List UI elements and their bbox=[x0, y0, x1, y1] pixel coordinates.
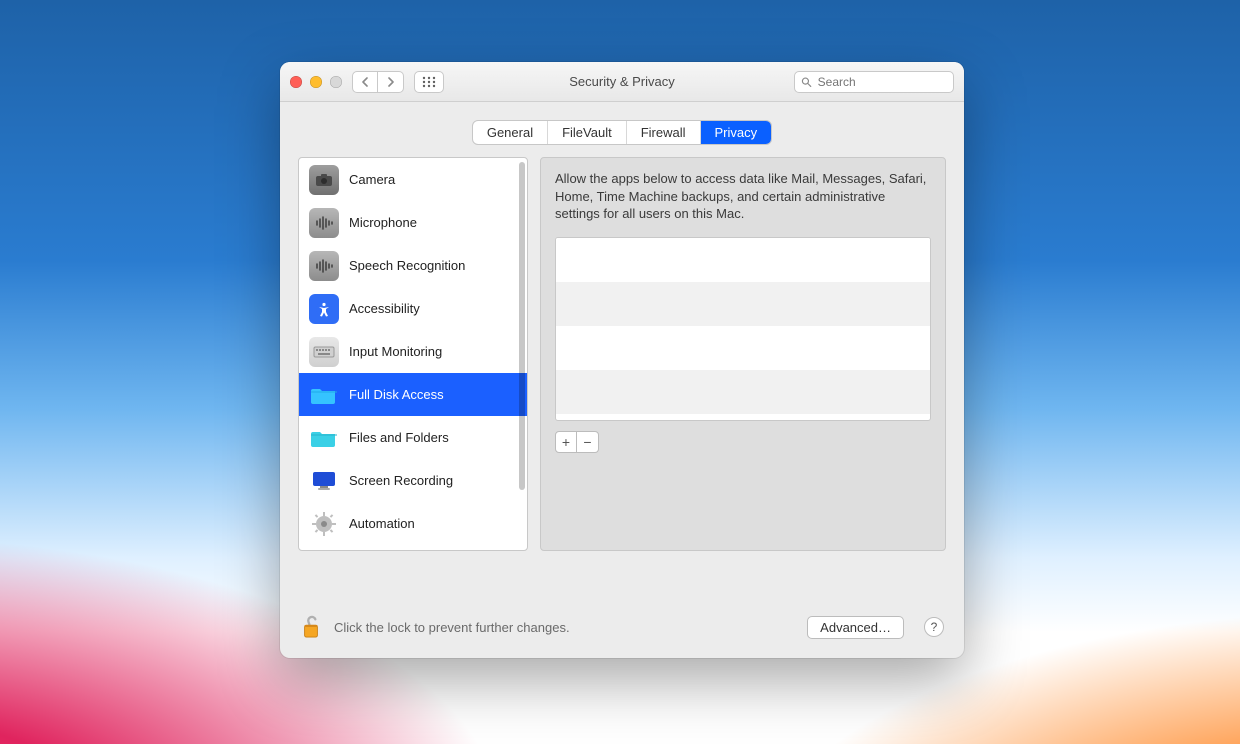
traffic-lights bbox=[290, 76, 342, 88]
sidebar-item-label: Accessibility bbox=[349, 301, 420, 316]
sidebar-item-label: Screen Recording bbox=[349, 473, 453, 488]
sidebar-item-label: Microphone bbox=[349, 215, 417, 230]
sidebar-item-label: Camera bbox=[349, 172, 395, 187]
folder-icon bbox=[309, 423, 339, 453]
content-area: Camera Microphone Speech Recognition Acc… bbox=[280, 145, 964, 551]
show-all-button[interactable] bbox=[414, 71, 444, 93]
desktop-wallpaper: Security & Privacy General FileVault Fir… bbox=[0, 0, 1240, 744]
tab-firewall[interactable]: Firewall bbox=[627, 121, 701, 144]
sidebar-item-label: Speech Recognition bbox=[349, 258, 465, 273]
sidebar-item-microphone[interactable]: Microphone bbox=[299, 201, 527, 244]
camera-icon bbox=[309, 165, 339, 195]
close-window-button[interactable] bbox=[290, 76, 302, 88]
sidebar-item-label: Files and Folders bbox=[349, 430, 449, 445]
keyboard-icon bbox=[309, 337, 339, 367]
tab-bar: General FileVault Firewall Privacy bbox=[280, 102, 964, 145]
lock-icon[interactable] bbox=[300, 614, 322, 640]
preferences-window: Security & Privacy General FileVault Fir… bbox=[280, 62, 964, 658]
nav-buttons bbox=[352, 71, 404, 93]
display-icon bbox=[309, 466, 339, 496]
sidebar-item-files-and-folders[interactable]: Files and Folders bbox=[299, 416, 527, 459]
sidebar-item-accessibility[interactable]: Accessibility bbox=[299, 287, 527, 330]
advanced-button[interactable]: Advanced… bbox=[807, 616, 904, 639]
list-row bbox=[556, 370, 930, 414]
app-access-list[interactable] bbox=[555, 237, 931, 421]
add-app-button[interactable]: + bbox=[555, 431, 577, 453]
detail-panel: Allow the apps below to access data like… bbox=[540, 157, 946, 551]
waveform-icon bbox=[309, 208, 339, 238]
sidebar-item-label: Automation bbox=[349, 516, 415, 531]
search-icon bbox=[801, 76, 812, 88]
add-remove-controls: + − bbox=[555, 431, 931, 453]
window-titlebar: Security & Privacy bbox=[280, 62, 964, 102]
forward-button[interactable] bbox=[378, 71, 404, 93]
search-input[interactable] bbox=[818, 75, 947, 89]
sidebar-item-input-monitoring[interactable]: Input Monitoring bbox=[299, 330, 527, 373]
sidebar-item-automation[interactable]: Automation bbox=[299, 502, 527, 545]
list-row bbox=[556, 282, 930, 326]
accessibility-icon bbox=[309, 294, 339, 324]
grid-icon bbox=[422, 76, 436, 88]
back-button[interactable] bbox=[352, 71, 378, 93]
sidebar-item-camera[interactable]: Camera bbox=[299, 158, 527, 201]
zoom-window-button[interactable] bbox=[330, 76, 342, 88]
chevron-left-icon bbox=[361, 77, 369, 87]
folder-icon bbox=[309, 380, 339, 410]
window-footer: Click the lock to prevent further change… bbox=[280, 598, 964, 658]
sidebar-item-speech-recognition[interactable]: Speech Recognition bbox=[299, 244, 527, 287]
gear-icon bbox=[309, 509, 339, 539]
tab-general[interactable]: General bbox=[473, 121, 548, 144]
waveform-icon bbox=[309, 251, 339, 281]
minimize-window-button[interactable] bbox=[310, 76, 322, 88]
remove-app-button[interactable]: − bbox=[577, 431, 599, 453]
tab-privacy[interactable]: Privacy bbox=[701, 121, 772, 144]
list-row bbox=[556, 326, 930, 370]
sidebar-scrollbar[interactable] bbox=[519, 162, 525, 490]
sidebar-item-label: Input Monitoring bbox=[349, 344, 442, 359]
sidebar-item-screen-recording[interactable]: Screen Recording bbox=[299, 459, 527, 502]
detail-description: Allow the apps below to access data like… bbox=[555, 170, 931, 223]
help-button[interactable]: ? bbox=[924, 617, 944, 637]
tab-filevault[interactable]: FileVault bbox=[548, 121, 627, 144]
lock-help-text: Click the lock to prevent further change… bbox=[334, 620, 570, 635]
sidebar-item-label: Full Disk Access bbox=[349, 387, 444, 402]
list-row bbox=[556, 238, 930, 282]
sidebar-item-full-disk-access[interactable]: Full Disk Access bbox=[299, 373, 527, 416]
privacy-category-list: Camera Microphone Speech Recognition Acc… bbox=[298, 157, 528, 551]
chevron-right-icon bbox=[387, 77, 395, 87]
tabs-segmented-control: General FileVault Firewall Privacy bbox=[472, 120, 772, 145]
search-field[interactable] bbox=[794, 71, 954, 93]
